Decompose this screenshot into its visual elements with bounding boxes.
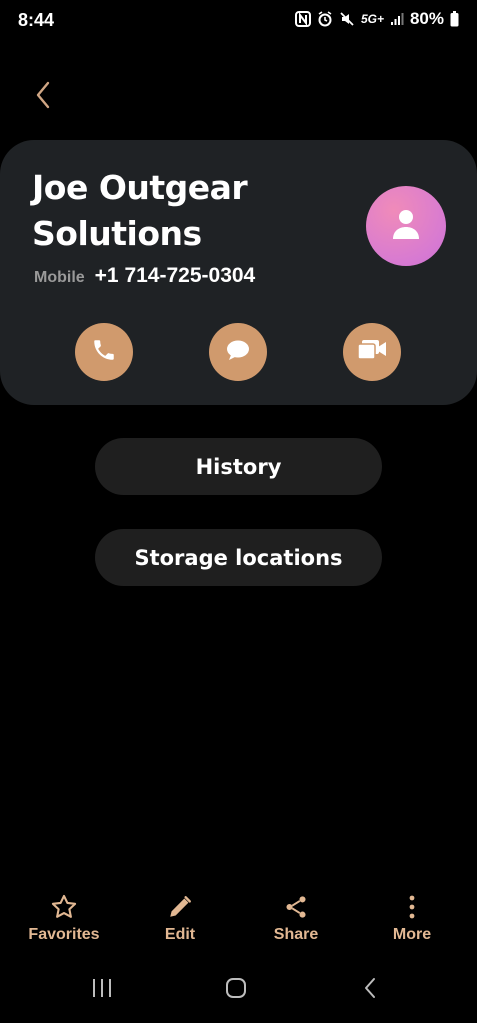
phone-row[interactable]: Mobile +1 714-725-0304	[34, 264, 255, 288]
share-label: Share	[273, 926, 319, 943]
recents-icon	[91, 978, 113, 1003]
status-icons: 5G+ 80%	[294, 9, 459, 29]
phone-icon	[91, 337, 117, 368]
person-icon	[391, 207, 421, 246]
chat-bubble-icon	[225, 338, 251, 367]
edit-label: Edit	[164, 926, 196, 943]
chevron-left-icon	[363, 977, 377, 1004]
favorites-label: Favorites	[28, 926, 100, 943]
recents-button[interactable]	[82, 976, 122, 1004]
status-bar: 8:44 5G+ 80%	[0, 0, 477, 40]
back-button[interactable]	[28, 80, 58, 114]
phone-type-label: Mobile	[34, 269, 85, 286]
call-button[interactable]	[75, 323, 133, 381]
share-icon	[283, 892, 309, 922]
more-button[interactable]: More	[357, 892, 467, 944]
video-camera-icon	[357, 339, 387, 366]
pencil-icon	[167, 892, 193, 922]
chevron-left-icon	[35, 81, 51, 114]
home-icon	[225, 977, 247, 1004]
edit-button[interactable]: Edit	[125, 892, 235, 944]
nav-back-button[interactable]	[350, 976, 390, 1004]
alarm-icon	[317, 11, 333, 27]
mute-icon	[339, 11, 355, 27]
nfc-icon	[294, 11, 311, 27]
favorites-button[interactable]: Favorites	[9, 892, 119, 944]
network-type: 5G+	[360, 12, 384, 26]
avatar[interactable]	[366, 186, 446, 266]
phone-number[interactable]: +1 714-725-0304	[95, 264, 256, 288]
navigation-bar	[0, 968, 477, 1012]
message-button[interactable]	[209, 323, 267, 381]
contact-card: Joe Outgear Solutions Mobile +1 714-725-…	[0, 140, 477, 405]
more-label: More	[392, 926, 432, 943]
star-icon	[50, 892, 78, 922]
history-button[interactable]: History	[95, 438, 382, 495]
battery-level: 80%	[409, 9, 444, 28]
home-button[interactable]	[216, 976, 256, 1004]
battery-icon	[450, 11, 459, 27]
video-call-button[interactable]	[343, 323, 401, 381]
status-time: 8:44	[18, 10, 55, 30]
signal-icon	[390, 12, 404, 26]
contact-name: Joe Outgear Solutions	[32, 168, 248, 253]
storage-locations-button[interactable]: Storage locations	[95, 529, 382, 586]
more-vertical-icon	[408, 892, 416, 922]
share-button[interactable]: Share	[241, 892, 351, 944]
bottom-toolbar: Favorites Edit Share More	[0, 892, 477, 952]
